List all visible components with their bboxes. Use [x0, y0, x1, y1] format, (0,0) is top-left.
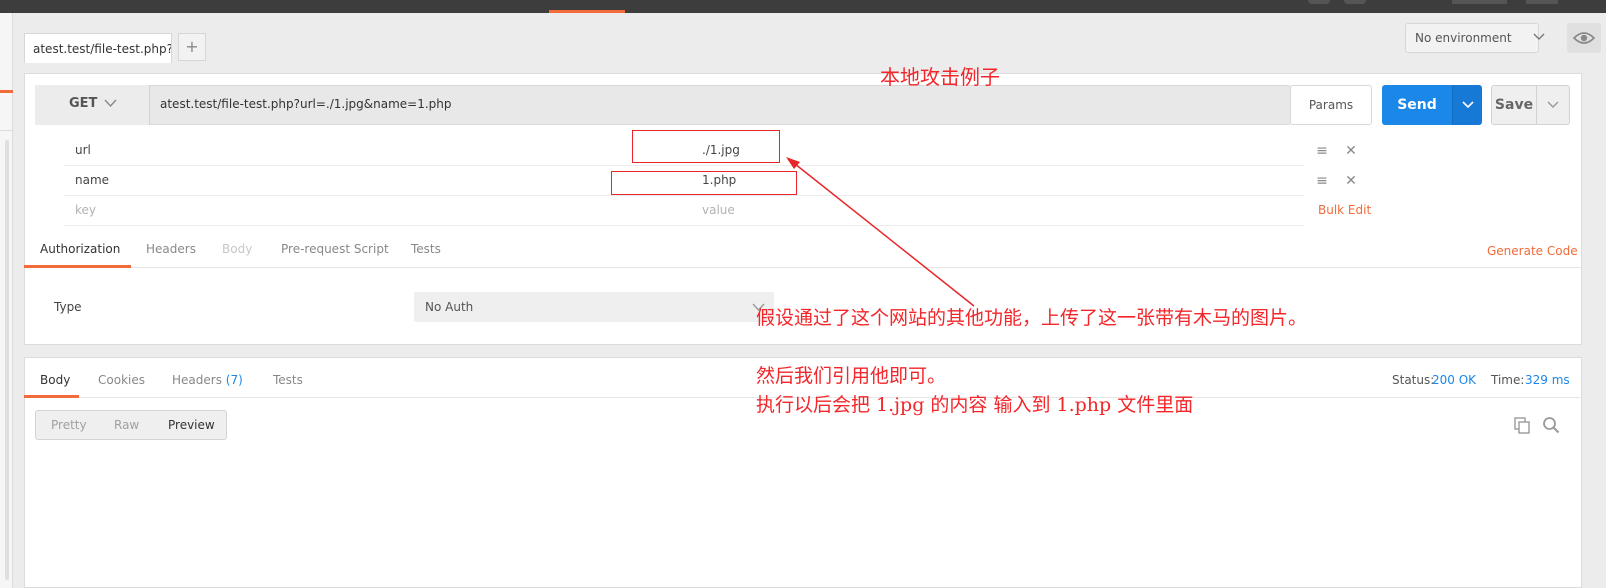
param-value-input[interactable]: value [702, 203, 735, 217]
tab-pre-request-script[interactable]: Pre-request Script [281, 242, 389, 256]
save-options-button[interactable] [1537, 85, 1570, 125]
tab-authorization[interactable]: Authorization [40, 242, 120, 256]
send-options-button[interactable] [1452, 85, 1482, 125]
chevron-down-icon [1462, 101, 1474, 109]
response-tab-headers-label: Headers [172, 373, 222, 387]
chevron-down-icon [1533, 33, 1545, 40]
save-button[interactable]: Save [1491, 85, 1537, 125]
auth-type-label: Type [54, 300, 82, 314]
sidebar-scrollbar[interactable] [5, 140, 9, 580]
time-label: Time: [1491, 373, 1525, 387]
active-tab-indicator [24, 265, 131, 268]
new-tab-button[interactable]: + [178, 33, 206, 61]
menu-icon[interactable]: ≡ [1314, 173, 1330, 189]
annotation-title: 本地攻击例子 [880, 65, 1000, 89]
param-key-input[interactable]: key [75, 203, 96, 217]
generate-code-link[interactable]: Generate Code [1487, 244, 1578, 258]
tab-body[interactable]: Body [222, 242, 252, 256]
chevron-down-icon [104, 99, 117, 108]
response-tab-headers[interactable]: Headers (7) [172, 373, 243, 387]
status-label: Status: [1392, 373, 1435, 387]
annotation-text: 然后我们引用他即可。 [756, 365, 947, 387]
view-mode-raw[interactable]: Raw [114, 418, 139, 432]
close-icon[interactable]: ✕ [1343, 173, 1359, 189]
response-tab-body[interactable]: Body [40, 373, 70, 387]
highlight-box-name-value [611, 171, 797, 195]
active-tab-indicator [24, 395, 79, 398]
param-key[interactable]: url [75, 143, 91, 157]
request-tab[interactable]: atest.test/file-test.php?u [24, 33, 172, 63]
method-select[interactable]: GET [35, 85, 150, 125]
params-button[interactable]: Params [1290, 85, 1372, 125]
tab-headers[interactable]: Headers [146, 242, 196, 256]
annotation-text: 执行以后会把 1.jpg 的内容 输入到 1.php 文件里面 [756, 394, 1194, 416]
time-value: 329 ms [1525, 373, 1570, 387]
header-button[interactable] [1526, 0, 1558, 4]
active-section-indicator [549, 10, 625, 13]
response-tab-cookies[interactable]: Cookies [98, 373, 145, 387]
close-icon[interactable]: ✕ [1343, 143, 1359, 159]
tab-tests[interactable]: Tests [411, 242, 441, 256]
eye-icon [1572, 32, 1596, 44]
header-icon-button[interactable] [1308, 0, 1330, 4]
url-input[interactable]: atest.test/file-test.php?url=./1.jpg&nam… [160, 97, 452, 111]
sidebar-active-indicator [0, 90, 13, 93]
environment-quick-look-button[interactable] [1567, 23, 1601, 53]
environment-select[interactable]: No environment [1405, 23, 1539, 53]
bulk-edit-link[interactable]: Bulk Edit [1318, 203, 1371, 217]
headers-count-badge: (7) [225, 373, 243, 387]
response-tab-tests[interactable]: Tests [273, 373, 303, 387]
view-mode-pretty[interactable]: Pretty [51, 418, 87, 432]
view-mode-preview[interactable]: Preview [168, 418, 215, 432]
menu-icon[interactable]: ≡ [1314, 143, 1330, 159]
sidebar-divider [0, 130, 13, 131]
send-button[interactable]: Send [1382, 85, 1452, 125]
annotation-text: 假设通过了这个网站的其他功能，上传了这一张带有木马的图片。 [756, 307, 1308, 329]
header-button[interactable] [1452, 0, 1507, 4]
copy-icon[interactable] [1513, 416, 1531, 434]
auth-type-select[interactable]: No Auth [414, 292, 774, 322]
tabs-divider [24, 267, 1582, 268]
param-key[interactable]: name [75, 173, 109, 187]
param-row-new [64, 196, 1304, 226]
chevron-down-icon [1547, 101, 1559, 108]
status-value: 200 OK [1432, 373, 1477, 387]
header-icon-button[interactable] [1344, 0, 1366, 4]
highlight-box-url-value [632, 130, 780, 163]
search-icon[interactable] [1542, 416, 1560, 434]
